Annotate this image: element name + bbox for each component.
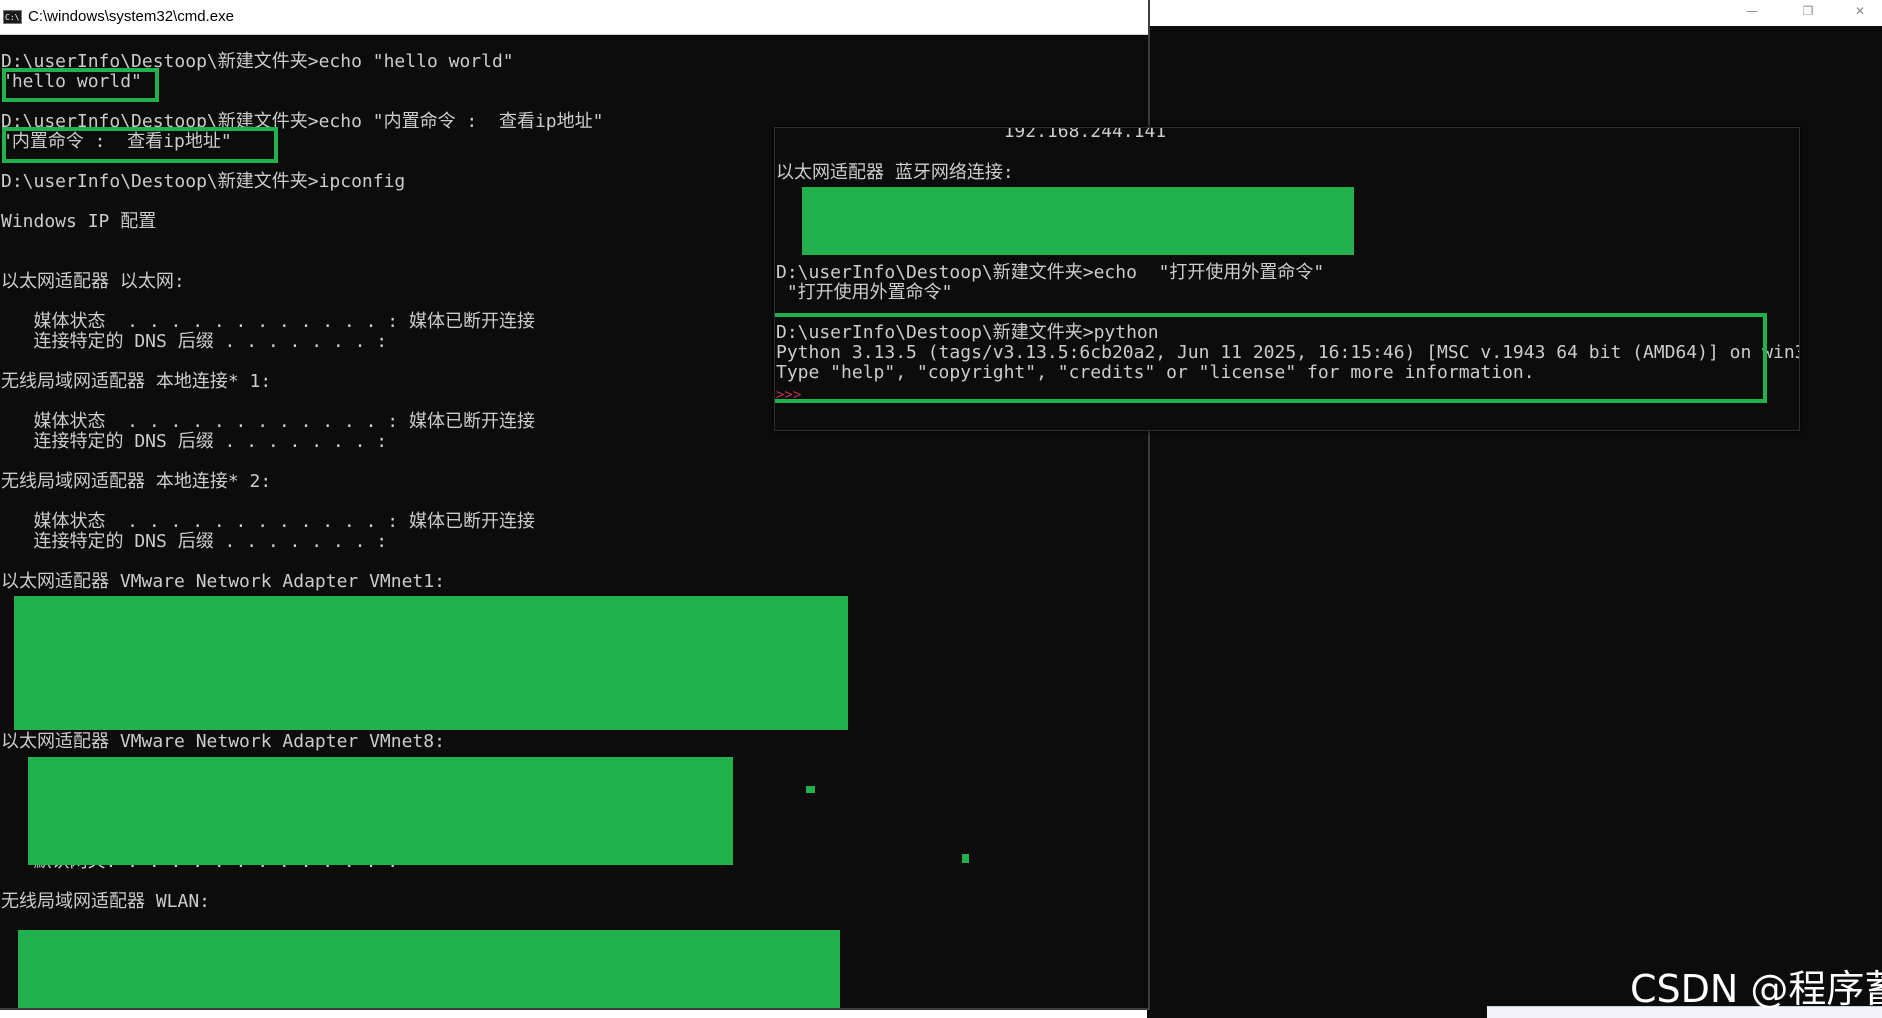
terminal-line-vmnet8-header: 以太网适配器 VMware Network Adapter VMnet8: [1,731,445,752]
cmd-icon: C:\ [3,10,22,24]
terminal-line-wlan2-media: 媒体状态 . . . . . . . . . . . . : 媒体已断开连接 [1,511,535,532]
redaction-block-bluetooth [802,187,1354,255]
terminal-line-ethernet-dns: 连接特定的 DNS 后缀 . . . . . . . : [1,331,388,352]
annotation-dot [962,854,969,863]
background-window-titlebar: — ❐ ✕ [1147,0,1882,26]
window-title: C:\windows\system32\cmd.exe [28,8,234,25]
terminal-line-vmnet1-header: 以太网适配器 VMware Network Adapter VMnet1: [1,571,445,592]
annotation-box-python-session [775,313,1767,403]
redaction-block-vmnet1 [14,596,848,730]
overlay-line-ip-partial: 192.168.244.141 [776,127,1167,142]
close-button[interactable]: ✕ [1837,0,1882,22]
minimize-button[interactable]: — [1729,0,1775,22]
python-console-snippet: 192.168.244.141 以太网适配器 蓝牙网络连接: D:\userIn… [774,127,1800,431]
terminal-line-wlan1-dns: 连接特定的 DNS 后缀 . . . . . . . : [1,431,388,452]
terminal-line-ip-title: Windows IP 配置 [1,211,157,232]
overlay-line-bluetooth-header: 以太网适配器 蓝牙网络连接: [776,162,1014,183]
redaction-block-vmnet8 [28,757,733,865]
overlay-line-echo-external-command: D:\userInfo\Destoop\新建文件夹>echo "打开使用外置命令… [776,262,1325,283]
terminal-line-ethernet-media: 媒体状态 . . . . . . . . . . . . : 媒体已断开连接 [1,311,535,332]
screenshot-stage: — ❐ ✕ C:\ C:\windows\system32\cmd.exe D:… [0,0,1882,1018]
terminal-line-ipconfig-command: D:\userInfo\Destoop\新建文件夹>ipconfig [1,171,406,192]
annotation-box-hello-output [2,68,159,102]
window-titlebar[interactable]: C:\ C:\windows\system32\cmd.exe [0,0,1148,35]
terminal-line-ethernet-header: 以太网适配器 以太网: [1,271,185,292]
overlay-line-echo-external-output: "打开使用外置命令" [776,282,953,303]
terminal-line-wlan2-header: 无线局域网适配器 本地连接* 2: [1,471,272,492]
annotation-box-builtin-output [2,127,278,163]
redaction-block-wlan [18,930,840,1008]
maximize-button[interactable]: ❐ [1785,0,1831,22]
terminal-line-wlan1-media: 媒体状态 . . . . . . . . . . . . : 媒体已断开连接 [1,411,535,432]
watermark: CSDN @程序蓄 [1630,967,1882,1011]
terminal-line-wlan2-dns: 连接特定的 DNS 后缀 . . . . . . . : [1,531,388,552]
terminal-line-wlan-header: 无线局域网适配器 WLAN: [1,891,211,912]
annotation-dot [806,786,815,793]
terminal-line-wlan1-header: 无线局域网适配器 本地连接* 1: [1,371,272,392]
